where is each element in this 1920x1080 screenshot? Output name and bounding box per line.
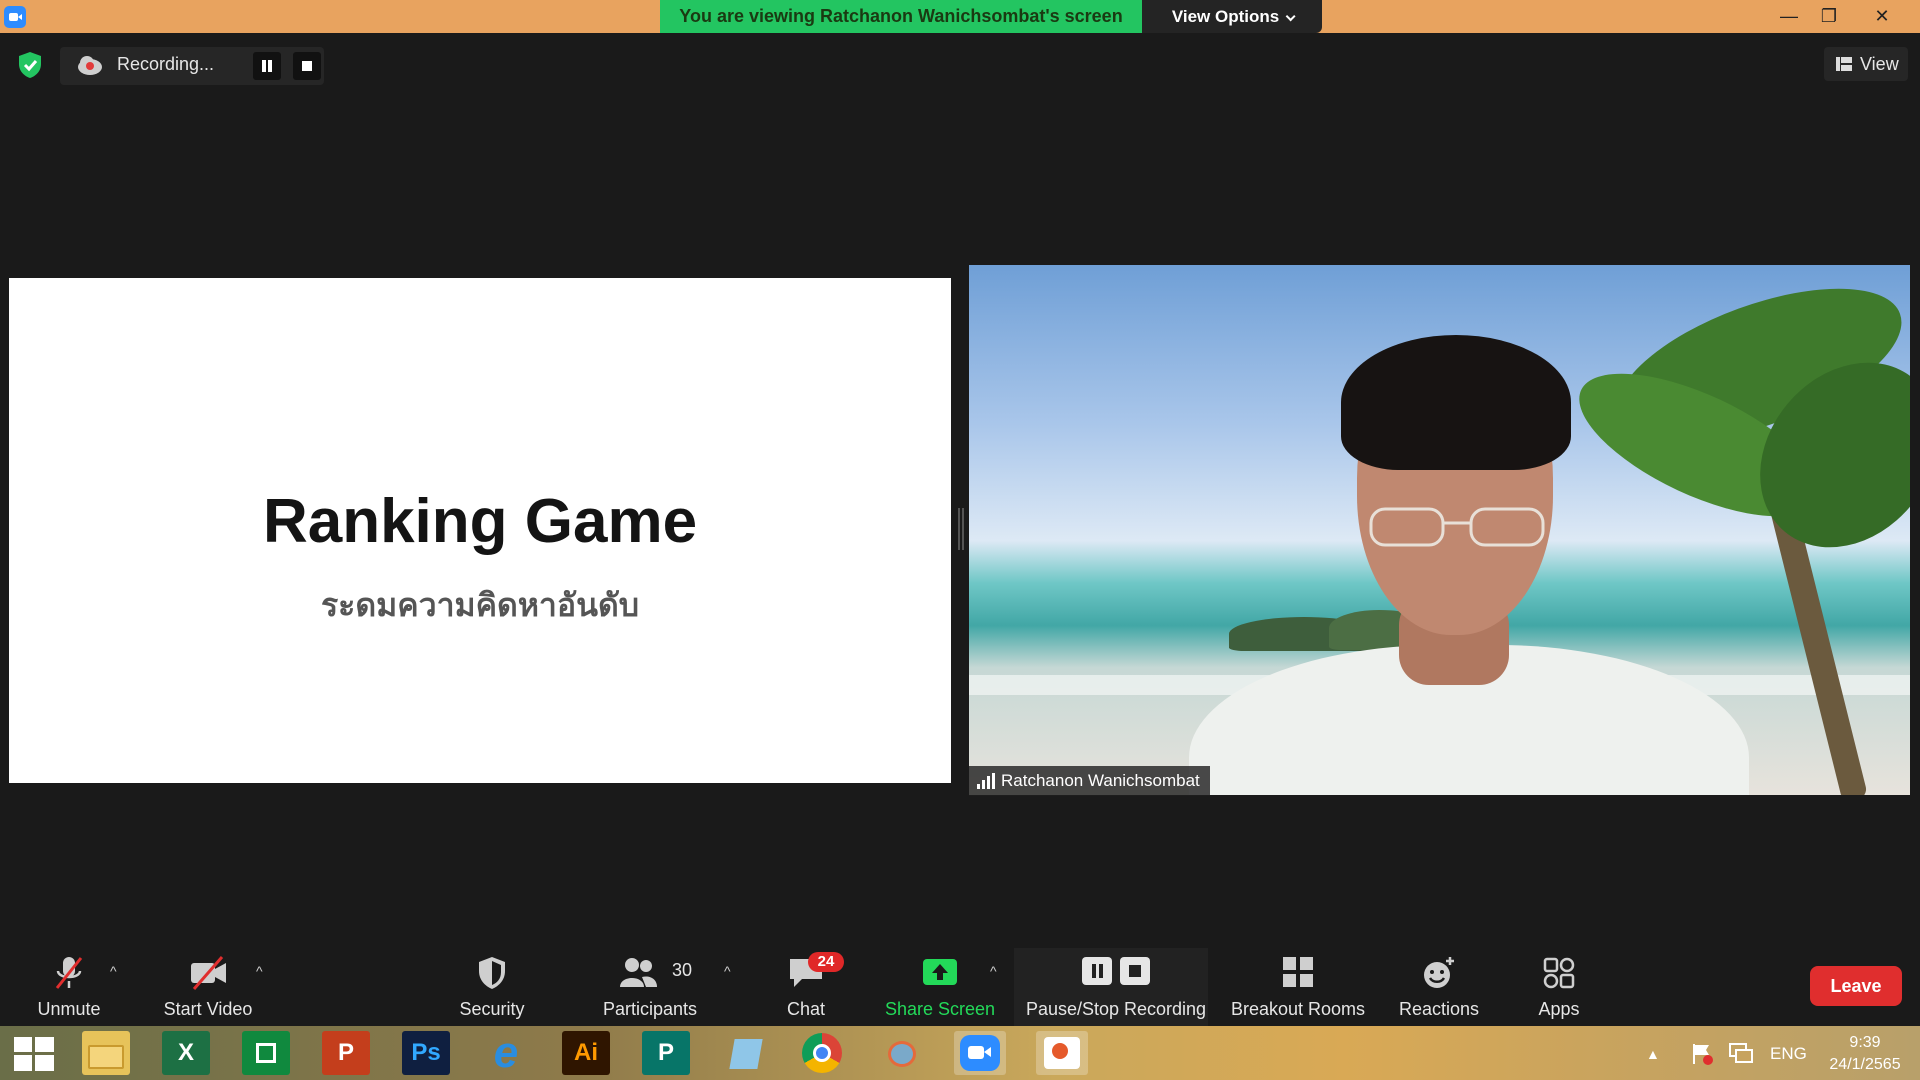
excel-icon[interactable]: X <box>162 1031 210 1075</box>
zoom-taskbar-icon[interactable] <box>954 1031 1006 1075</box>
stop-recording-button[interactable] <box>293 52 321 80</box>
audio-options-caret[interactable]: ^ <box>110 963 117 979</box>
slides-app-icon[interactable] <box>1036 1031 1088 1075</box>
cloud-recording-icon <box>78 56 102 75</box>
split-view-divider[interactable] <box>958 508 964 550</box>
encryption-shield-icon[interactable] <box>16 50 44 80</box>
view-options-button[interactable]: View Options <box>1142 0 1322 33</box>
view-label: View <box>1860 54 1899 74</box>
security-label: Security <box>459 999 525 1019</box>
zoom-meeting-window: You are viewing Ratchanon Wanichsombat's… <box>0 0 1920 1080</box>
pause-stop-icon <box>1082 957 1150 985</box>
participant-glasses <box>1369 507 1545 547</box>
muted-microphone-icon <box>55 957 83 989</box>
share-screen-label: Share Screen <box>884 999 996 1019</box>
recording-controls-label: Pause/Stop Recording <box>1025 999 1207 1019</box>
apps-label: Apps <box>1538 999 1580 1019</box>
breakout-rooms-button[interactable]: Breakout Rooms <box>1228 945 1368 1026</box>
share-options-caret[interactable]: ^ <box>990 963 997 979</box>
notes-app-icon[interactable] <box>722 1031 770 1075</box>
security-button[interactable]: Security <box>446 945 538 1026</box>
pause-stop-recording-button[interactable]: Pause/Stop Recording <box>1014 945 1218 1026</box>
chat-unread-badge: 24 <box>808 952 844 972</box>
illustrator-icon[interactable]: Ai <box>562 1031 610 1075</box>
apps-icon <box>1543 957 1575 989</box>
show-hidden-icons-caret[interactable]: ▲ <box>1646 1046 1660 1062</box>
taskbar-clock[interactable]: 9:39 24/1/2565 <box>1820 1032 1910 1076</box>
signal-strength-icon <box>977 773 995 789</box>
slide-subtitle: ระดมความคิดหาอันดับ <box>320 587 640 623</box>
participant-name-tag: Ratchanon Wanichsombat <box>969 766 1210 796</box>
video-options-caret[interactable]: ^ <box>256 963 263 979</box>
clock-date: 24/1/2565 <box>1829 1056 1901 1073</box>
windows-start-icon[interactable] <box>14 1037 54 1071</box>
viewing-screen-banner: You are viewing Ratchanon Wanichsombat's… <box>660 0 1142 33</box>
chevron-down-icon <box>1285 11 1296 22</box>
view-options-label: View Options <box>1171 7 1280 26</box>
file-explorer-icon[interactable] <box>82 1031 130 1075</box>
participants-options-caret[interactable]: ^ <box>724 963 731 979</box>
share-screen-button[interactable]: Share Screen <box>884 945 996 1026</box>
internet-explorer-icon[interactable]: e <box>482 1031 530 1075</box>
participant-name: Ratchanon Wanichsombat <box>1001 771 1200 790</box>
grid-view-icon <box>1836 57 1852 71</box>
participant-video <box>969 265 1910 795</box>
close-button[interactable]: ✕ <box>1856 0 1908 33</box>
share-screen-icon <box>923 959 957 985</box>
participants-label: Participants <box>602 999 698 1019</box>
reactions-label: Reactions <box>1398 999 1480 1019</box>
chat-label: Chat <box>786 999 826 1019</box>
recording-status-label: Recording... <box>117 54 215 74</box>
zoom-app-icon <box>4 6 26 28</box>
network-icon[interactable] <box>1728 1042 1754 1066</box>
reactions-button[interactable]: Reactions <box>1394 945 1484 1026</box>
maximize-button[interactable]: ❐ <box>1806 0 1852 33</box>
publisher-icon[interactable]: P <box>642 1031 690 1075</box>
reactions-smiley-icon <box>1424 957 1454 988</box>
participants-count: 30 <box>672 960 693 980</box>
pause-recording-button[interactable] <box>253 52 281 80</box>
input-language[interactable]: ENG <box>1770 1044 1807 1064</box>
action-center-flag-icon[interactable] <box>1690 1042 1714 1066</box>
security-shield-icon <box>479 957 505 989</box>
start-video-button[interactable]: Start Video <box>152 945 264 1026</box>
apps-button[interactable]: Apps <box>1528 945 1590 1026</box>
powerpoint-icon[interactable]: P <box>322 1031 370 1075</box>
chrome-icon[interactable] <box>798 1031 846 1075</box>
leave-button[interactable]: Leave <box>1810 966 1902 1006</box>
paint-app-icon[interactable] <box>878 1031 926 1075</box>
store-icon[interactable] <box>242 1031 290 1075</box>
clock-time: 9:39 <box>1849 1034 1881 1051</box>
shared-screen-slide: Ranking Game ระดมความคิดหาอันดับ <box>9 278 951 783</box>
start-video-label: Start Video <box>163 999 253 1019</box>
breakout-rooms-icon <box>1283 957 1313 987</box>
photoshop-icon[interactable]: Ps <box>402 1031 450 1075</box>
unmute-label: Unmute <box>37 999 101 1019</box>
slide-title: Ranking Game <box>262 487 698 556</box>
participants-icon <box>620 958 657 987</box>
view-layout-button[interactable]: View <box>1824 47 1908 81</box>
participant-hair <box>1341 335 1571 470</box>
breakout-rooms-label: Breakout Rooms <box>1230 999 1366 1019</box>
unmute-button[interactable]: Unmute <box>18 945 120 1026</box>
participants-button[interactable]: 30 Participants <box>596 945 704 1026</box>
video-off-icon <box>191 956 226 990</box>
